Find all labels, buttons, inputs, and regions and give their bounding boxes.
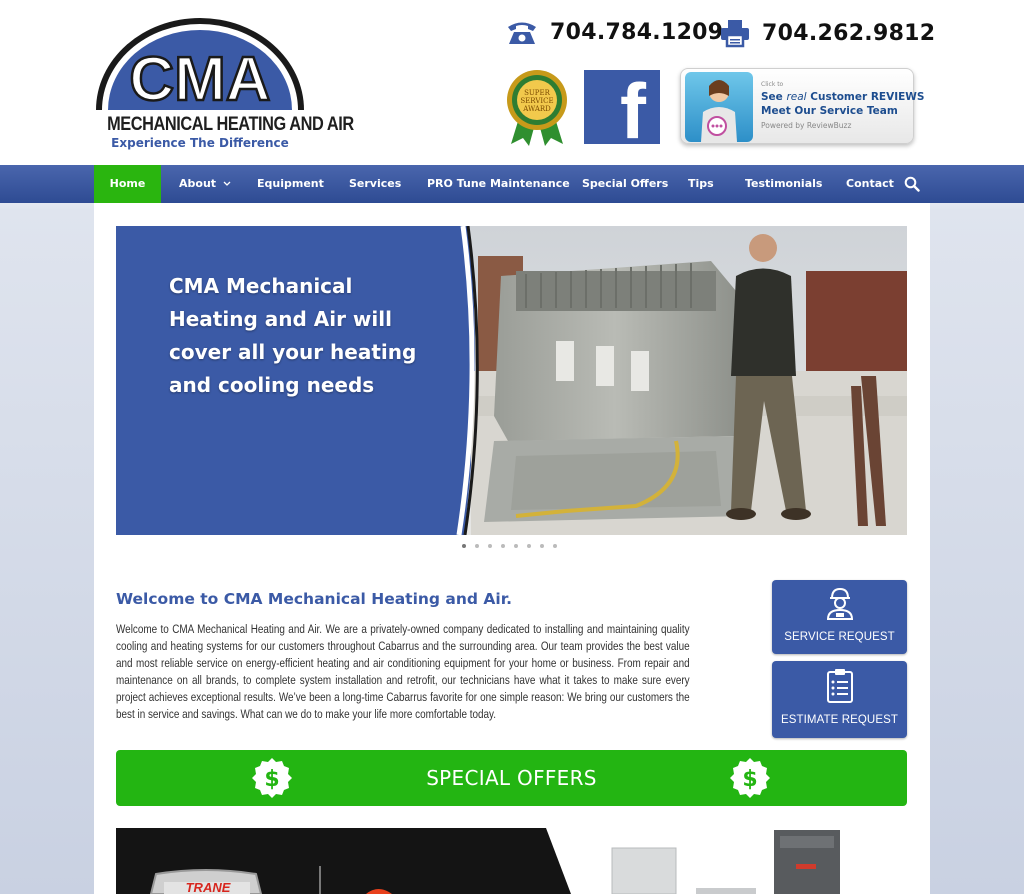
search-icon[interactable] (904, 176, 920, 192)
fax-contact[interactable]: 704.262.9812 (720, 18, 935, 48)
nav-item-testimonials[interactable]: Testimonials (745, 165, 822, 203)
fax-number[interactable]: 704.262.9812 (762, 21, 935, 46)
slider-dot[interactable] (553, 544, 557, 548)
estimate-request-label: ESTIMATE REQUEST (780, 714, 899, 726)
service-request-label: SERVICE REQUEST (784, 631, 895, 643)
svg-text:$: $ (742, 767, 757, 792)
review-line2: Meet Our Service Team (761, 105, 898, 117)
slider-pagination (462, 544, 557, 548)
svg-text:AWARD: AWARD (522, 105, 551, 113)
reviewer-photo (685, 72, 753, 142)
nav-item-equipment[interactable]: Equipment (257, 165, 324, 203)
special-offers-label: SPECIAL OFFERS (426, 766, 597, 790)
nav-item-tips[interactable]: Tips (688, 165, 714, 203)
main-navigation: Home About Equipment Services PRO Tune M… (0, 165, 1024, 203)
trane-promo-banner[interactable]: TRANE (116, 828, 907, 894)
person-chat-icon (701, 80, 737, 142)
logo-tagline: Experience The Difference (111, 136, 289, 150)
svg-text:CMA: CMA (129, 45, 270, 114)
review-line1: See real Customer REVIEWS (761, 91, 925, 103)
slider-dot[interactable] (501, 544, 505, 548)
telephone-icon (508, 22, 536, 44)
phone-number[interactable]: 704.784.1209 (550, 20, 723, 45)
technician-icon (826, 587, 854, 620)
review-buzz-badge[interactable]: Click to See real Customer REVIEWS Meet … (680, 68, 924, 144)
slider-dot[interactable] (514, 544, 518, 548)
nav-item-services[interactable]: Services (349, 165, 401, 203)
hero-slider[interactable]: CMA Mechanical Heating and Air will cove… (116, 226, 907, 535)
review-powered-by: Powered by ReviewBuzz (761, 121, 852, 130)
estimate-request-button[interactable]: ESTIMATE REQUEST (772, 661, 907, 738)
nav-item-about[interactable]: About (179, 165, 231, 203)
svg-text:SERVICE: SERVICE (520, 97, 553, 105)
award-ribbon-icon: SUPER SERVICE AWARD (507, 70, 567, 146)
logo-company-name: MECHANICAL HEATING AND AIR (107, 114, 354, 135)
slider-dot[interactable] (462, 544, 466, 548)
slider-dot[interactable] (540, 544, 544, 548)
super-service-award-badge[interactable]: SUPER SERVICE AWARD (505, 68, 569, 148)
nav-item-contact[interactable]: Contact (846, 165, 894, 203)
logo-arch-icon: CMA (96, 18, 304, 114)
phone-contact[interactable]: 704.784.1209 (506, 18, 723, 46)
welcome-paragraph: Welcome to CMA Mechanical Heating and Ai… (116, 622, 690, 721)
fax-printer-icon (721, 20, 749, 48)
slider-dot[interactable] (475, 544, 479, 548)
site-header: CMA MECHANICAL HEATING AND AIR Experienc… (0, 0, 1024, 165)
service-request-button[interactable]: SERVICE REQUEST (772, 580, 907, 654)
trane-equipment-image: TRANE (116, 828, 907, 894)
svg-text:TRANE: TRANE (186, 880, 231, 894)
cma-logo[interactable]: CMA MECHANICAL HEATING AND AIR Experienc… (92, 14, 354, 154)
welcome-heading: Welcome to CMA Mechanical Heating and Ai… (116, 590, 513, 608)
review-click-label: Click to (761, 81, 784, 88)
facebook-icon: f (620, 67, 646, 155)
svg-text:SUPER: SUPER (524, 89, 551, 97)
facebook-link[interactable]: f (584, 70, 660, 150)
chevron-down-icon (223, 181, 231, 186)
nav-item-pro-tune-maintenance[interactable]: PRO Tune Maintenance (427, 165, 570, 203)
clipboard-icon (827, 669, 853, 703)
nav-item-special-offers[interactable]: Special Offers (582, 165, 668, 203)
nav-item-home[interactable]: Home (94, 165, 161, 203)
slider-dot[interactable] (527, 544, 531, 548)
slider-dot[interactable] (488, 544, 492, 548)
dollar-badge-icon: $ (730, 758, 770, 798)
special-offers-banner[interactable]: $ SPECIAL OFFERS $ (116, 750, 907, 806)
slide-headline: CMA Mechanical Heating and Air will cove… (169, 274, 417, 397)
main-content: CMA Mechanical Heating and Air will cove… (94, 203, 930, 894)
